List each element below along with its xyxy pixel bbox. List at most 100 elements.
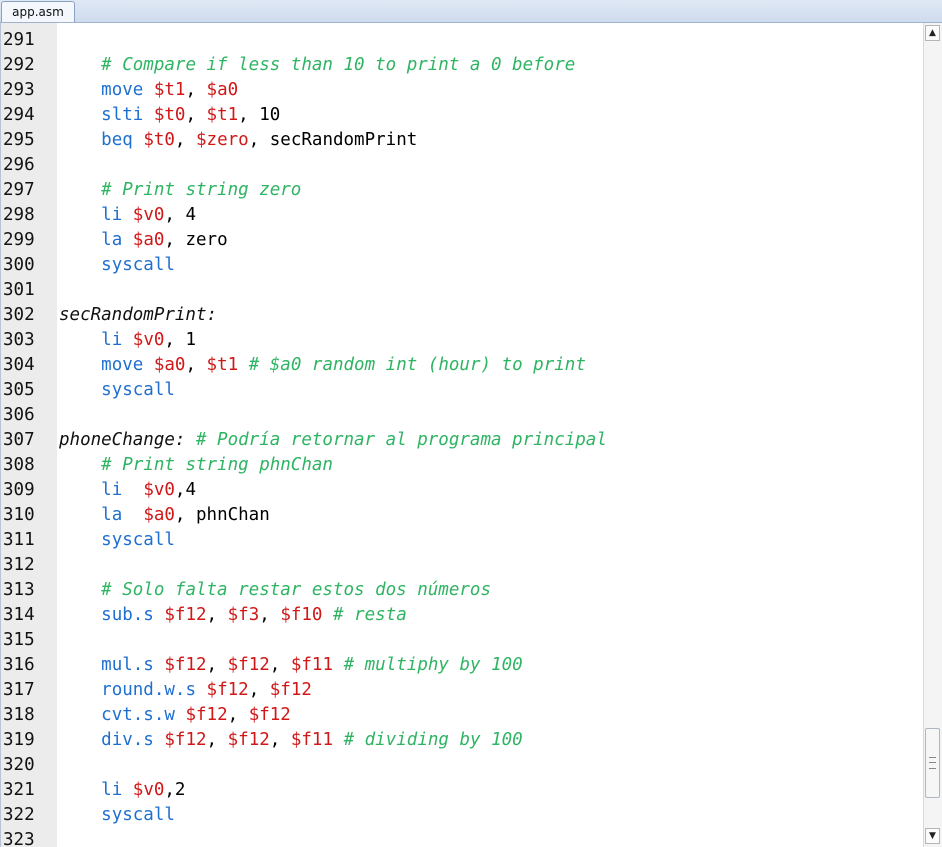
code-token: , 10 bbox=[238, 105, 281, 125]
code-text: la $a0, phnChan bbox=[59, 503, 270, 528]
code-token: $f11 bbox=[290, 730, 334, 750]
line-number: 317 bbox=[3, 680, 35, 700]
code-token: # $a0 random int (hour) to print bbox=[248, 355, 586, 375]
code-token: cvt.s.w bbox=[101, 705, 175, 725]
code-token: la bbox=[101, 505, 123, 525]
code-text: div.s $f12, $f12, $f11 # dividing by 100 bbox=[59, 728, 523, 753]
tab-bar: app.asm bbox=[0, 0, 942, 23]
code-token: syscall bbox=[101, 255, 175, 275]
code-token: # Print string zero bbox=[101, 180, 302, 200]
code-token: $t1 bbox=[153, 80, 186, 100]
code-token: $f10 bbox=[280, 605, 323, 625]
code-token: $v0 bbox=[143, 480, 175, 500]
code-token: , 4 bbox=[164, 205, 196, 225]
code-token: $a0 bbox=[206, 80, 239, 100]
code-token: $t1 bbox=[206, 355, 239, 375]
line-number: 301 bbox=[3, 280, 35, 300]
code-token: , bbox=[206, 730, 228, 750]
code-token: $f11 bbox=[290, 655, 334, 675]
line-number: 295 bbox=[3, 130, 35, 150]
code-token: , bbox=[185, 105, 207, 125]
line-number: 308 bbox=[3, 455, 35, 475]
code-token: , bbox=[248, 680, 270, 700]
line-number: 297 bbox=[3, 180, 35, 200]
code-token: # Compare if less than 10 to print a 0 b… bbox=[101, 55, 576, 75]
code-token: , bbox=[269, 655, 291, 675]
code-token: , bbox=[185, 355, 207, 375]
code-text: li $v0,2 bbox=[59, 778, 185, 803]
code-token: $f3 bbox=[227, 605, 260, 625]
code-token: # Solo falta restar estos dos números bbox=[101, 580, 491, 600]
code-text: li $v0,4 bbox=[59, 478, 196, 503]
code-token: syscall bbox=[101, 530, 175, 550]
code-token: phoneChange: bbox=[59, 430, 186, 450]
code-token: , bbox=[259, 605, 281, 625]
line-number: 313 bbox=[3, 580, 35, 600]
line-number: 314 bbox=[3, 605, 35, 625]
code-token: # Print string phnChan bbox=[101, 455, 333, 475]
line-number: 321 bbox=[3, 780, 35, 800]
scrollbar-thumb[interactable] bbox=[925, 728, 940, 798]
line-number: 305 bbox=[3, 380, 35, 400]
code-text: cvt.s.w $f12, $f12 bbox=[59, 703, 291, 728]
line-number: 303 bbox=[3, 330, 35, 350]
code-token: $f12 bbox=[248, 705, 291, 725]
scroll-down-button[interactable]: ▼ bbox=[925, 828, 940, 844]
code-token: $t0 bbox=[153, 105, 186, 125]
code-token: li bbox=[101, 205, 123, 225]
scroll-up-button[interactable]: ▲ bbox=[925, 25, 940, 41]
code-text: beq $t0, $zero, secRandomPrint bbox=[59, 128, 417, 153]
code-token: , bbox=[206, 655, 228, 675]
code-token: syscall bbox=[101, 805, 175, 825]
code-token: round.w.s bbox=[101, 680, 196, 700]
code-token: $a0 bbox=[143, 505, 175, 525]
code-token: move bbox=[101, 355, 144, 375]
code-token: la bbox=[101, 230, 123, 250]
code-token: , phnChan bbox=[174, 505, 270, 525]
line-number: 307 bbox=[3, 430, 35, 450]
code-token: # multiphy by 100 bbox=[343, 655, 523, 675]
code-token: $v0 bbox=[132, 205, 165, 225]
code-text: li $v0, 1 bbox=[59, 328, 196, 353]
code-token: # dividing by 100 bbox=[343, 730, 523, 750]
code-text: phoneChange: # Podría retornar al progra… bbox=[59, 428, 607, 453]
code-token: $a0 bbox=[153, 355, 186, 375]
code-token: , secRandomPrint bbox=[248, 130, 418, 150]
line-number: 309 bbox=[3, 480, 35, 500]
code-area[interactable]: 291 292 # Compare if less than 10 to prin… bbox=[1, 23, 919, 847]
code-token: syscall bbox=[101, 380, 175, 400]
code-editor[interactable]: 291 292 # Compare if less than 10 to prin… bbox=[0, 23, 942, 847]
line-number: 300 bbox=[3, 255, 35, 275]
code-token: $v0 bbox=[132, 780, 165, 800]
line-number: 292 bbox=[3, 55, 35, 75]
code-token: $f12 bbox=[227, 655, 270, 675]
vertical-scrollbar[interactable]: ▲ ▼ bbox=[923, 23, 942, 847]
code-token: slti bbox=[101, 105, 144, 125]
code-token: beq bbox=[101, 130, 133, 150]
code-token: secRandomPrint: bbox=[59, 305, 218, 325]
tab-app-asm[interactable]: app.asm bbox=[1, 1, 75, 22]
code-token: $f12 bbox=[227, 730, 270, 750]
code-token: $f12 bbox=[206, 680, 249, 700]
